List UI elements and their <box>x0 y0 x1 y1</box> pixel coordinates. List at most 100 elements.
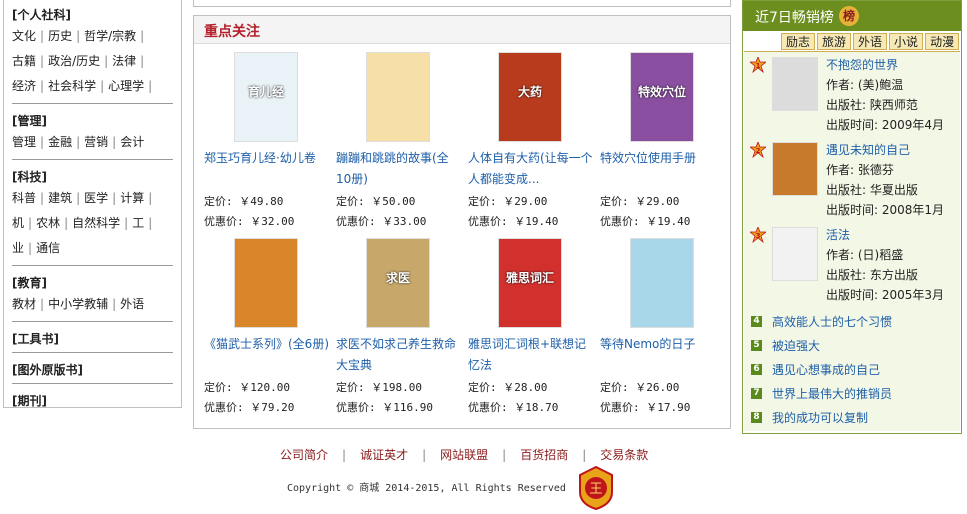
ranked-book-title[interactable]: 遇见心想事成的自己 <box>772 359 880 381</box>
footer-link[interactable]: 百货招商 <box>520 448 568 462</box>
link-separator: | <box>502 448 507 462</box>
link-separator: | <box>148 216 153 230</box>
product-name[interactable]: 等待Nemo的日子 <box>600 334 725 355</box>
link-separator: | <box>40 29 45 43</box>
product-name[interactable]: 郑玉巧育儿经·幼儿卷 <box>204 148 329 169</box>
book-date: 出版时间: 2005年3月 <box>826 288 945 302</box>
tab-4[interactable]: 动漫 <box>925 33 960 50</box>
category-link[interactable]: 外语 <box>120 297 144 311</box>
link-separator: | <box>422 448 427 462</box>
footer-link[interactable]: 网站联盟 <box>440 448 488 462</box>
category-link[interactable]: 会计 <box>120 135 144 149</box>
tab-0[interactable]: 励志 <box>781 33 816 50</box>
bestseller-list: 1 不抱怨的世界 作者: (美)鲍温 出版社: 陕西师范 出版时间: 2009年4月 2 遇… <box>744 51 960 431</box>
bestseller-title: 近7日畅销榜 <box>755 10 834 26</box>
book-title[interactable]: 遇见未知的自己 <box>826 140 956 160</box>
product-name[interactable]: 《猫武士系列》(全6册) <box>204 334 329 355</box>
product-cover[interactable] <box>234 238 298 328</box>
category-link[interactable]: 法律 <box>112 54 136 68</box>
book-author: 作者: (美)鲍温 <box>826 78 904 92</box>
category-link[interactable]: 通信 <box>36 241 60 255</box>
featured-title: 重点关注 <box>204 24 260 40</box>
logo-text: 王 <box>589 482 602 497</box>
book-thumbnail[interactable] <box>772 57 818 111</box>
book-thumbnail[interactable] <box>772 227 818 281</box>
category-group: [个人社科] 文化 | 历史 | 哲学/宗教 | 古籍 | 政治/历史 | 法律 | 经济 | 社会科学 | 心理… <box>12 0 173 104</box>
bestseller-panel: 近7日畅销榜 榜 励志 旅游 外语 小说 动漫 1 不抱怨的世界 作者: (美)鲍温 出版社:… <box>742 0 962 434</box>
category-link[interactable]: 管理 <box>12 135 36 149</box>
footer-link[interactable]: 诚证英才 <box>360 448 408 462</box>
product-list-price: 定价: ￥26.00 <box>600 381 680 394</box>
category-link[interactable]: 机 <box>12 216 24 230</box>
category-link[interactable]: 科普 <box>12 191 36 205</box>
product-name[interactable]: 求医不如求己养生救命大宝典 <box>336 334 461 376</box>
product-cover[interactable]: 特效穴位 <box>630 52 694 142</box>
tab-3[interactable]: 小说 <box>889 33 924 50</box>
ranked-book-title[interactable]: 高效能人士的七个习惯 <box>772 311 892 333</box>
book-title[interactable]: 活法 <box>826 225 956 245</box>
product-name[interactable]: 特效穴位使用手册 <box>600 148 725 169</box>
category-title[interactable]: [科技] <box>12 168 173 186</box>
ranked-book: 5 被迫强大 <box>750 335 956 357</box>
product-discount-price: 优惠价: ￥19.40 <box>600 215 691 228</box>
category-link-row: 管理 | 金融 | 营销 | 会计 <box>12 130 173 155</box>
product-name[interactable]: 雅思词汇词根+联想记忆法 <box>468 334 593 376</box>
category-link[interactable]: 营销 <box>84 135 108 149</box>
category-title[interactable]: [个人社科] <box>12 6 173 24</box>
category-title[interactable]: [管理] <box>12 112 173 130</box>
category-link[interactable]: 业 <box>12 241 24 255</box>
footer-link[interactable]: 公司简介 <box>280 448 328 462</box>
book-publisher: 出版社: 华夏出版 <box>826 183 918 197</box>
product-name[interactable]: 人体自有大药(让每一个人都能变成... <box>468 148 593 190</box>
rank-medal-icon: 1 <box>750 57 766 74</box>
product-name[interactable]: 蹦蹦和跳跳的故事(全10册) <box>336 148 461 190</box>
category-link[interactable]: 历史 <box>48 29 72 43</box>
category-link[interactable]: 政治/历史 <box>48 54 100 68</box>
category-link[interactable]: 金融 <box>48 135 72 149</box>
category-title[interactable]: [图外原版书] <box>12 361 173 379</box>
category-link[interactable]: 工 <box>132 216 144 230</box>
category-link[interactable]: 经济 <box>12 79 36 93</box>
category-link[interactable]: 医学 <box>84 191 108 205</box>
ranked-book-title[interactable]: 世界上最伟大的推销员 <box>772 383 892 405</box>
category-link[interactable]: 建筑 <box>48 191 72 205</box>
link-separator: | <box>582 448 587 462</box>
category-title[interactable]: [期刊] <box>12 392 173 410</box>
category-link[interactable]: 古籍 <box>12 54 36 68</box>
category-link[interactable]: 计算 <box>120 191 144 205</box>
category-link[interactable]: 教材 <box>12 297 36 311</box>
category-link[interactable]: 自然科学 <box>72 216 120 230</box>
category-link-row: 文化 | 历史 | 哲学/宗教 | <box>12 24 173 49</box>
footer-link[interactable]: 交易条款 <box>600 448 648 462</box>
tab-1[interactable]: 旅游 <box>817 33 852 50</box>
book-title[interactable]: 不抱怨的世界 <box>826 55 956 75</box>
category-link-row: 经济 | 社会科学 | 心理学 | <box>12 74 173 99</box>
ranked-book-title[interactable]: 我的成功可以复制 <box>772 407 868 429</box>
product-list-price: 定价: ￥120.00 <box>204 381 290 394</box>
book-thumbnail[interactable] <box>772 142 818 196</box>
product-cover[interactable]: 大药 <box>498 52 562 142</box>
link-separator: | <box>40 135 45 149</box>
category-link[interactable]: 心理学 <box>108 79 144 93</box>
category-title[interactable]: [工具书] <box>12 330 173 348</box>
rank-medal-number: 3 <box>756 232 761 240</box>
product-cover[interactable]: 雅思词汇 <box>498 238 562 328</box>
tab-2[interactable]: 外语 <box>853 33 888 50</box>
category-link[interactable]: 文化 <box>12 29 36 43</box>
product-cover-title: 求医 <box>385 271 410 285</box>
category-group: [图外原版书] <box>12 353 173 384</box>
category-link[interactable]: 哲学/宗教 <box>84 29 136 43</box>
category-link[interactable]: 社会科学 <box>48 79 96 93</box>
category-link[interactable]: 农林 <box>36 216 60 230</box>
ranked-book-title[interactable]: 被迫强大 <box>772 335 820 357</box>
category-link[interactable]: 中小学教辅 <box>48 297 108 311</box>
product-cover[interactable] <box>366 52 430 142</box>
product-cover[interactable] <box>630 238 694 328</box>
book-publisher: 出版社: 陕西师范 <box>826 98 918 112</box>
category-title[interactable]: [教育] <box>12 274 173 292</box>
link-separator: | <box>104 54 109 68</box>
product-cover[interactable]: 育儿经 <box>234 52 298 142</box>
category-group: [科技] 科普 | 建筑 | 医学 | 计算 | 机 | 农林 | 自然科学 | 工 | 业 | 通信 <box>12 160 173 266</box>
link-separator: | <box>76 191 81 205</box>
product-cover[interactable]: 求医 <box>366 238 430 328</box>
